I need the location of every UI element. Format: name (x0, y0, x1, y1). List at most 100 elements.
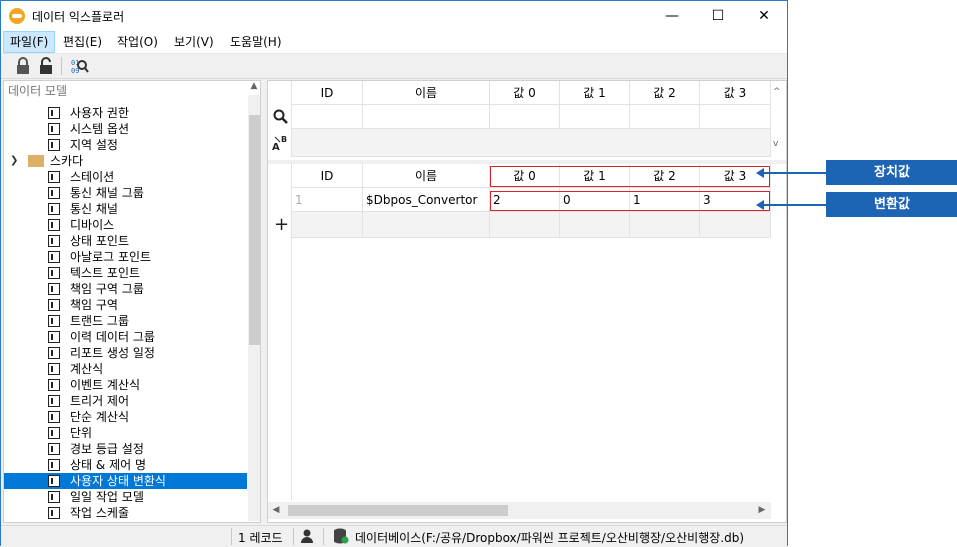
grid-scrollbar-thumb[interactable] (288, 505, 508, 516)
tree-item-user-permissions[interactable]: 사용자 권한 (4, 105, 247, 121)
table-icon (48, 251, 60, 263)
lock-icon[interactable] (15, 57, 33, 75)
app-window: 데이터 익스플로러 — ☐ ✕ 파일(F) 편집(E) 작업(O) 보기(V) … (0, 0, 788, 547)
record-count: 1 레코드 (238, 531, 283, 545)
plus-icon[interactable]: + (274, 214, 289, 235)
tree-item[interactable]: 스테이션 (4, 169, 247, 185)
tree-item-region-settings[interactable]: 지역 설정 (4, 137, 247, 153)
menu-help[interactable]: 도움말(H) (224, 31, 288, 53)
new-row-cell[interactable] (630, 212, 700, 238)
new-row-cell[interactable] (700, 212, 771, 238)
filter-cell[interactable] (700, 105, 771, 129)
table-icon (48, 299, 60, 311)
col-header-value3[interactable]: 값 3 (700, 81, 771, 105)
callout-device-value: 장치값 (826, 160, 957, 185)
tree-item[interactable]: 책임 구역 (4, 297, 247, 313)
scroll-right-icon[interactable]: ▶ (754, 502, 770, 519)
tree-item[interactable]: 이벤트 계산식 (4, 377, 247, 393)
new-row-cell[interactable] (490, 212, 560, 238)
tree-scrollbar[interactable] (248, 95, 260, 521)
tree-item[interactable]: 트랜드 그룹 (4, 313, 247, 329)
col-header-name[interactable]: 이름 (363, 81, 490, 105)
tree-item[interactable]: 상태 & 제어 명 (4, 457, 247, 473)
table-icon (48, 347, 60, 359)
tree-scrollbar-thumb[interactable] (249, 115, 260, 345)
status-separator (293, 528, 294, 545)
menu-file[interactable]: 파일(F) (3, 31, 56, 53)
tree-item[interactable]: 단순 계산식 (4, 409, 247, 425)
tree-item[interactable]: 아날로그 포인트 (4, 249, 247, 265)
table-icon (48, 443, 60, 455)
arrow-line (762, 172, 826, 174)
table-icon (48, 475, 60, 487)
tree-item-system-options[interactable]: 시스템 옵션 (4, 121, 247, 137)
menu-action[interactable]: 작업(O) (111, 31, 164, 53)
col-header-name[interactable]: 이름 (363, 164, 490, 188)
row-number: 1 (292, 188, 363, 212)
data-model-tree[interactable]: ▲ 사용자 권한 시스템 옵션 지역 설정 ❯스카다 스테이션 통신 채널 그룹… (3, 80, 261, 523)
binary-search-icon[interactable]: 01 09 (71, 57, 89, 75)
tree-item-user-state-converter[interactable]: 사용자 상태 변환식 (4, 473, 247, 489)
table-icon (48, 235, 60, 247)
col-header-value1[interactable]: 값 1 (560, 81, 630, 105)
tree-item[interactable]: 단위 (4, 425, 247, 441)
search-icon[interactable] (273, 109, 288, 127)
close-button[interactable]: ✕ (741, 1, 787, 31)
grid-horizontal-scrollbar[interactable]: ◀ ▶ (268, 502, 771, 519)
tree-folder-scada[interactable]: ❯ 스카다 (4, 153, 247, 169)
filter-cell[interactable] (363, 105, 490, 129)
chevron-down-icon[interactable]: ❯ (10, 153, 18, 169)
scroll-left-icon[interactable]: ◀ (268, 502, 284, 519)
chevron-up-icon[interactable]: ▲ (248, 81, 260, 95)
chevron-up-icon[interactable]: ^ (773, 87, 781, 97)
converted-value-highlight (490, 191, 770, 211)
filter-cell[interactable] (490, 105, 560, 129)
table-icon (48, 507, 60, 519)
table-icon (48, 331, 60, 343)
filter-cell[interactable] (560, 105, 630, 129)
menu-edit[interactable]: 편집(E) (57, 31, 108, 53)
menu-view[interactable]: 보기(V) (168, 31, 220, 53)
arrow-line (762, 204, 826, 206)
new-row-cell[interactable] (292, 212, 363, 238)
tree-item[interactable]: 통신 채널 (4, 201, 247, 217)
sort-row[interactable] (292, 129, 771, 157)
callout-converted-value: 변환값 (826, 192, 957, 217)
tree-item[interactable]: 리포트 생성 일정 (4, 345, 247, 361)
toolbar: 01 09 (1, 54, 787, 79)
tree-list: 사용자 권한 시스템 옵션 지역 설정 ❯ 스카다 스테이션 통신 채널 그룹 통… (4, 105, 247, 521)
table-icon (48, 363, 60, 375)
tree-item[interactable]: 책임 구역 그룹 (4, 281, 247, 297)
tree-item[interactable]: 디바이스 (4, 217, 247, 233)
filter-cell[interactable] (630, 105, 700, 129)
cell-name[interactable]: $Dbpos_Convertor (363, 188, 490, 212)
new-row-cell[interactable] (560, 212, 630, 238)
tree-item[interactable]: 통신 채널 그룹 (4, 185, 247, 201)
table-icon (48, 315, 60, 327)
tree-item[interactable]: 상태 포인트 (4, 233, 247, 249)
table-icon (48, 123, 60, 135)
filter-icon-column: AB (268, 81, 292, 157)
col-header-value2[interactable]: 값 2 (630, 81, 700, 105)
col-header-id[interactable]: ID (292, 164, 363, 188)
tree-item[interactable]: 일일 작업 모델 (4, 489, 247, 505)
database-path: 데이터베이스(F:/공유/Dropbox/파워씬 프로젝트/오산비행장/오산비행… (355, 531, 745, 545)
filter-cell[interactable] (292, 105, 363, 129)
tree-item[interactable]: 경보 등급 설정 (4, 441, 247, 457)
tree-item[interactable]: 트리거 제어 (4, 393, 247, 409)
data-model-search-input[interactable] (4, 81, 242, 101)
tree-item[interactable]: 텍스트 포인트 (4, 265, 247, 281)
device-value-highlight (490, 166, 770, 187)
tree-item[interactable]: 계산식 (4, 361, 247, 377)
tree-item[interactable]: 이력 데이터 그룹 (4, 329, 247, 345)
tree-item[interactable]: 작업 스케줄 (4, 505, 247, 521)
new-row-cell[interactable] (363, 212, 490, 238)
unlock-icon[interactable] (38, 57, 56, 75)
col-header-value0[interactable]: 값 0 (490, 81, 560, 105)
title-bar: 데이터 익스플로러 — ☐ ✕ (1, 1, 787, 31)
col-header-id[interactable]: ID (292, 81, 363, 105)
minimize-button[interactable]: — (649, 1, 695, 31)
chevron-down-icon[interactable]: v (773, 139, 778, 149)
sort-icon[interactable]: AB (272, 134, 290, 155)
maximize-button[interactable]: ☐ (695, 1, 741, 31)
